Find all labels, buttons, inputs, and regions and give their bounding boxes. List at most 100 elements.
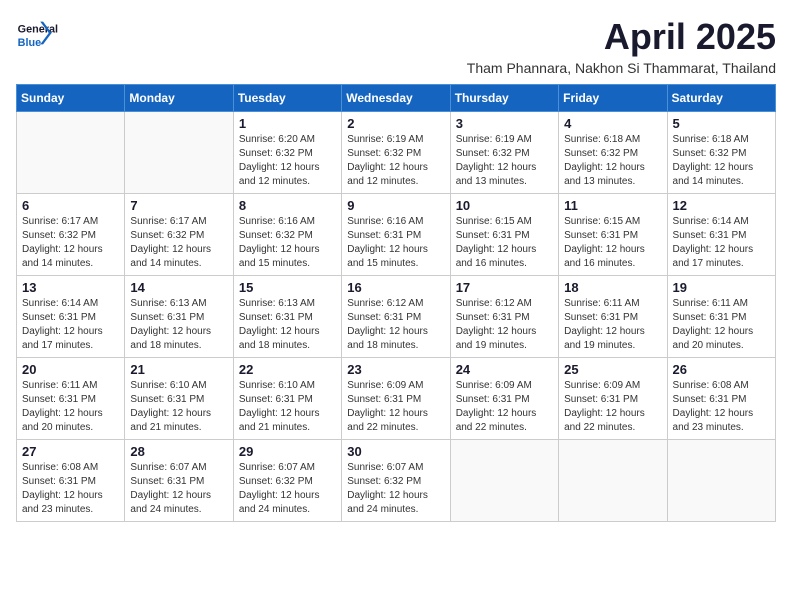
day-cell: 12 Sunrise: 6:14 AMSunset: 6:31 PMDayligh…	[667, 194, 775, 276]
weekday-header-row: SundayMondayTuesdayWednesdayThursdayFrid…	[17, 85, 776, 112]
day-info: Sunrise: 6:10 AMSunset: 6:31 PMDaylight:…	[130, 379, 227, 435]
day-cell: 18 Sunrise: 6:11 AMSunset: 6:31 PMDayligh…	[559, 276, 667, 358]
day-cell: 23 Sunrise: 6:09 AMSunset: 6:31 PMDayligh…	[342, 358, 450, 440]
day-info: Sunrise: 6:08 AMSunset: 6:31 PMDaylight:…	[673, 379, 770, 435]
day-info: Sunrise: 6:11 AMSunset: 6:31 PMDaylight:…	[673, 297, 770, 353]
day-info: Sunrise: 6:09 AMSunset: 6:31 PMDaylight:…	[564, 379, 661, 435]
day-info: Sunrise: 6:07 AMSunset: 6:32 PMDaylight:…	[347, 461, 444, 517]
location-subtitle: Tham Phannara, Nakhon Si Thammarat, Thai…	[467, 60, 776, 76]
calendar-table: SundayMondayTuesdayWednesdayThursdayFrid…	[16, 84, 776, 522]
day-cell: 8Sunrise: 6:16 AMSunset: 6:32 PMDaylight…	[233, 194, 341, 276]
day-cell: 1Sunrise: 6:20 AMSunset: 6:32 PMDaylight…	[233, 112, 341, 194]
week-row-2: 6 Sunrise: 6:17 AMSunset: 6:32 PMDaylight…	[17, 194, 776, 276]
day-number: 23	[347, 362, 444, 377]
day-info: Sunrise: 6:11 AMSunset: 6:31 PMDaylight:…	[564, 297, 661, 353]
day-info: Sunrise: 6:18 AMSunset: 6:32 PMDaylight:…	[564, 133, 661, 189]
day-info: Sunrise: 6:10 AMSunset: 6:31 PMDaylight:…	[239, 379, 336, 435]
month-title: April 2025	[467, 16, 776, 58]
day-number: 10	[456, 198, 553, 213]
day-cell: 16Sunrise: 6:12 AMSunset: 6:31 PMDayligh…	[342, 276, 450, 358]
day-cell: 3 Sunrise: 6:19 AMSunset: 6:32 PMDaylight…	[450, 112, 558, 194]
day-cell: 28 Sunrise: 6:07 AMSunset: 6:31 PMDayligh…	[125, 440, 233, 522]
day-info: Sunrise: 6:14 AMSunset: 6:31 PMDaylight:…	[673, 215, 770, 271]
day-cell	[17, 112, 125, 194]
day-number: 18	[564, 280, 661, 295]
day-number: 25	[564, 362, 661, 377]
day-cell	[125, 112, 233, 194]
day-number: 16	[347, 280, 444, 295]
day-cell: 30 Sunrise: 6:07 AMSunset: 6:32 PMDayligh…	[342, 440, 450, 522]
week-row-4: 20 Sunrise: 6:11 AMSunset: 6:31 PMDayligh…	[17, 358, 776, 440]
day-info: Sunrise: 6:15 AMSunset: 6:31 PMDaylight:…	[564, 215, 661, 271]
day-info: Sunrise: 6:17 AMSunset: 6:32 PMDaylight:…	[22, 215, 119, 271]
day-number: 12	[673, 198, 770, 213]
day-info: Sunrise: 6:15 AMSunset: 6:31 PMDaylight:…	[456, 215, 553, 271]
weekday-header-wednesday: Wednesday	[342, 85, 450, 112]
day-cell: 21 Sunrise: 6:10 AMSunset: 6:31 PMDayligh…	[125, 358, 233, 440]
day-number: 2	[347, 116, 444, 131]
day-number: 19	[673, 280, 770, 295]
day-cell: 14 Sunrise: 6:13 AMSunset: 6:31 PMDayligh…	[125, 276, 233, 358]
weekday-header-sunday: Sunday	[17, 85, 125, 112]
weekday-header-tuesday: Tuesday	[233, 85, 341, 112]
weekday-header-friday: Friday	[559, 85, 667, 112]
day-info: Sunrise: 6:09 AMSunset: 6:31 PMDaylight:…	[456, 379, 553, 435]
day-cell: 25 Sunrise: 6:09 AMSunset: 6:31 PMDayligh…	[559, 358, 667, 440]
day-number: 7	[130, 198, 227, 213]
day-info: Sunrise: 6:09 AMSunset: 6:31 PMDaylight:…	[347, 379, 444, 435]
week-row-1: 1Sunrise: 6:20 AMSunset: 6:32 PMDaylight…	[17, 112, 776, 194]
day-info: Sunrise: 6:12 AMSunset: 6:31 PMDaylight:…	[456, 297, 553, 353]
day-number: 9	[347, 198, 444, 213]
day-info: Sunrise: 6:18 AMSunset: 6:32 PMDaylight:…	[673, 133, 770, 189]
day-number: 17	[456, 280, 553, 295]
day-info: Sunrise: 6:07 AMSunset: 6:31 PMDaylight:…	[130, 461, 227, 517]
day-cell: 4Sunrise: 6:18 AMSunset: 6:32 PMDaylight…	[559, 112, 667, 194]
day-cell: 29Sunrise: 6:07 AMSunset: 6:32 PMDayligh…	[233, 440, 341, 522]
logo: General Blue	[16, 16, 66, 56]
svg-text:General: General	[18, 24, 58, 36]
day-cell: 15 Sunrise: 6:13 AMSunset: 6:31 PMDayligh…	[233, 276, 341, 358]
day-info: Sunrise: 6:14 AMSunset: 6:31 PMDaylight:…	[22, 297, 119, 353]
day-cell: 20 Sunrise: 6:11 AMSunset: 6:31 PMDayligh…	[17, 358, 125, 440]
day-info: Sunrise: 6:13 AMSunset: 6:31 PMDaylight:…	[130, 297, 227, 353]
day-info: Sunrise: 6:19 AMSunset: 6:32 PMDaylight:…	[347, 133, 444, 189]
day-number: 11	[564, 198, 661, 213]
day-cell	[559, 440, 667, 522]
day-number: 5	[673, 116, 770, 131]
day-cell: 13 Sunrise: 6:14 AMSunset: 6:31 PMDayligh…	[17, 276, 125, 358]
day-number: 24	[456, 362, 553, 377]
page-header: General Blue April 2025 Tham Phannara, N…	[16, 16, 776, 76]
weekday-header-monday: Monday	[125, 85, 233, 112]
day-number: 26	[673, 362, 770, 377]
day-number: 3	[456, 116, 553, 131]
day-number: 22	[239, 362, 336, 377]
day-cell: 9Sunrise: 6:16 AMSunset: 6:31 PMDaylight…	[342, 194, 450, 276]
day-cell: 24 Sunrise: 6:09 AMSunset: 6:31 PMDayligh…	[450, 358, 558, 440]
day-info: Sunrise: 6:19 AMSunset: 6:32 PMDaylight:…	[456, 133, 553, 189]
day-info: Sunrise: 6:17 AMSunset: 6:32 PMDaylight:…	[130, 215, 227, 271]
day-number: 30	[347, 444, 444, 459]
day-info: Sunrise: 6:13 AMSunset: 6:31 PMDaylight:…	[239, 297, 336, 353]
day-cell: 10 Sunrise: 6:15 AMSunset: 6:31 PMDayligh…	[450, 194, 558, 276]
day-info: Sunrise: 6:07 AMSunset: 6:32 PMDaylight:…	[239, 461, 336, 517]
day-cell: 22 Sunrise: 6:10 AMSunset: 6:31 PMDayligh…	[233, 358, 341, 440]
day-number: 28	[130, 444, 227, 459]
svg-text:Blue: Blue	[18, 37, 41, 49]
day-cell: 26 Sunrise: 6:08 AMSunset: 6:31 PMDayligh…	[667, 358, 775, 440]
day-cell: 5 Sunrise: 6:18 AMSunset: 6:32 PMDaylight…	[667, 112, 775, 194]
day-cell: 7 Sunrise: 6:17 AMSunset: 6:32 PMDaylight…	[125, 194, 233, 276]
day-info: Sunrise: 6:16 AMSunset: 6:32 PMDaylight:…	[239, 215, 336, 271]
day-cell: 17 Sunrise: 6:12 AMSunset: 6:31 PMDayligh…	[450, 276, 558, 358]
day-number: 13	[22, 280, 119, 295]
day-number: 1	[239, 116, 336, 131]
day-number: 6	[22, 198, 119, 213]
day-cell: 19 Sunrise: 6:11 AMSunset: 6:31 PMDayligh…	[667, 276, 775, 358]
day-number: 15	[239, 280, 336, 295]
day-cell: 27Sunrise: 6:08 AMSunset: 6:31 PMDayligh…	[17, 440, 125, 522]
title-section: April 2025 Tham Phannara, Nakhon Si Tham…	[467, 16, 776, 76]
day-info: Sunrise: 6:11 AMSunset: 6:31 PMDaylight:…	[22, 379, 119, 435]
week-row-3: 13 Sunrise: 6:14 AMSunset: 6:31 PMDayligh…	[17, 276, 776, 358]
day-number: 21	[130, 362, 227, 377]
day-number: 14	[130, 280, 227, 295]
day-number: 20	[22, 362, 119, 377]
